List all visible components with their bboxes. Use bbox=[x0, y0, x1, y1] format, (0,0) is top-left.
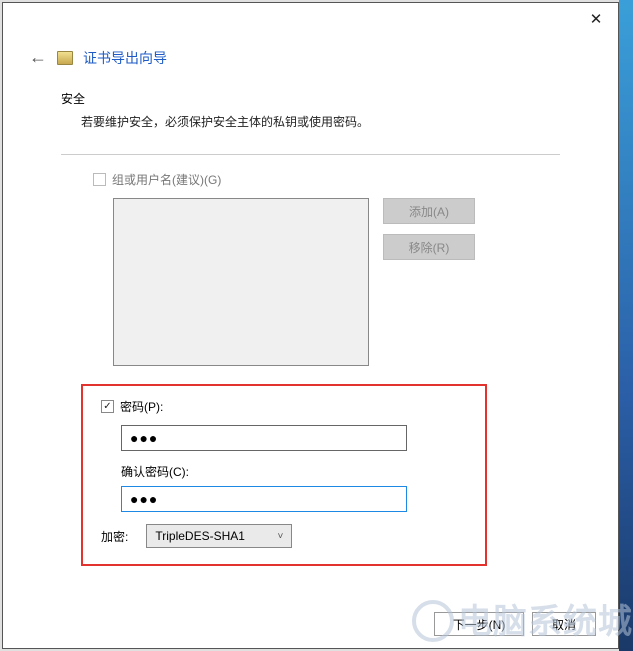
encryption-select[interactable]: TripleDES-SHA1 ˅ bbox=[146, 524, 292, 548]
principal-buttons: 添加(A) 移除(R) bbox=[383, 198, 475, 366]
highlight-box: 密码(P): ●●● 确认密码(C): ●●● 加密: TripleDES-SH… bbox=[81, 384, 487, 566]
password-checkbox-label: 密码(P): bbox=[120, 398, 163, 415]
group-checkbox-row: 组或用户名(建议)(G) bbox=[93, 171, 560, 188]
next-button[interactable]: 下一步(N) bbox=[434, 612, 524, 636]
form-area: 组或用户名(建议)(G) 添加(A) 移除(R) 密码(P): ●●● 确认密码… bbox=[61, 171, 560, 566]
desktop-background-strip bbox=[619, 0, 633, 651]
wizard-title: 证书导出向导 bbox=[83, 48, 167, 68]
section-heading: 安全 bbox=[61, 90, 560, 107]
cancel-button[interactable]: 取消 bbox=[532, 612, 596, 636]
dialog-header: ← 证书导出向导 bbox=[3, 35, 618, 90]
password-checkbox[interactable] bbox=[101, 400, 114, 413]
wizard-dialog: ✕ ← 证书导出向导 安全 若要维护安全，必须保护安全主体的私钥或使用密码。 组… bbox=[2, 2, 619, 649]
remove-button[interactable]: 移除(R) bbox=[383, 234, 475, 260]
back-arrow-icon[interactable]: ← bbox=[29, 47, 47, 68]
confirm-password-label: 确认密码(C): bbox=[121, 463, 467, 480]
password-checkbox-row: 密码(P): bbox=[101, 398, 467, 415]
principals-listbox[interactable] bbox=[113, 198, 369, 366]
group-checkbox-label: 组或用户名(建议)(G) bbox=[112, 171, 221, 188]
encryption-label: 加密: bbox=[101, 528, 128, 545]
titlebar: ✕ bbox=[3, 3, 618, 35]
confirm-password-input[interactable]: ●●● bbox=[121, 486, 407, 512]
group-principals-row: 添加(A) 移除(R) bbox=[93, 198, 560, 366]
dialog-footer: 下一步(N) 取消 bbox=[434, 612, 596, 636]
add-button[interactable]: 添加(A) bbox=[383, 198, 475, 224]
encryption-row: 加密: TripleDES-SHA1 ˅ bbox=[101, 524, 467, 548]
close-button[interactable]: ✕ bbox=[574, 4, 618, 34]
encryption-selected: TripleDES-SHA1 bbox=[155, 529, 245, 543]
separator bbox=[61, 154, 560, 155]
content-area: 安全 若要维护安全，必须保护安全主体的私钥或使用密码。 组或用户名(建议)(G)… bbox=[3, 90, 618, 566]
password-input[interactable]: ●●● bbox=[121, 425, 407, 451]
certificate-icon bbox=[57, 51, 73, 65]
chevron-down-icon: ˅ bbox=[278, 531, 284, 542]
group-checkbox[interactable] bbox=[93, 173, 106, 186]
section-description: 若要维护安全，必须保护安全主体的私钥或使用密码。 bbox=[61, 113, 560, 130]
